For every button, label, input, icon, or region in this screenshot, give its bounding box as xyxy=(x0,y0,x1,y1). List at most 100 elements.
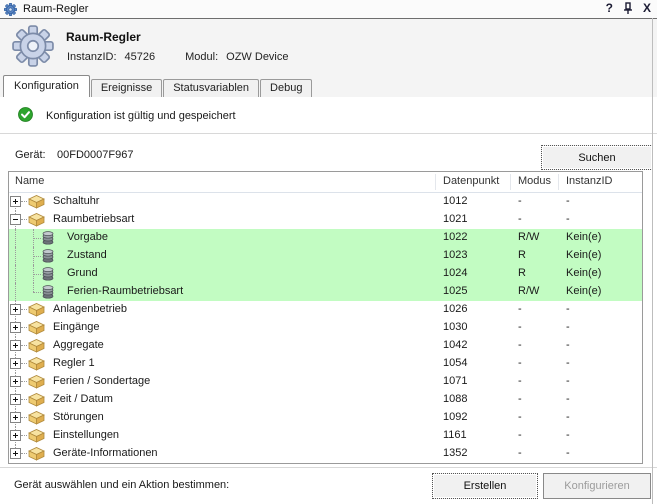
pin-icon[interactable] xyxy=(623,2,633,15)
raum-regler-window: Raum-Regler ? X xyxy=(0,0,657,504)
datenpunkt-cell: 1026 xyxy=(443,303,467,315)
config-table: Name Datenpunkt Modus InstanzID Schaltuh… xyxy=(8,171,643,464)
table-row[interactable]: Geräte-Informationen1352-- xyxy=(9,445,642,463)
expand-icon[interactable] xyxy=(10,376,21,387)
modus-cell: - xyxy=(518,411,522,423)
modus-cell: - xyxy=(518,195,522,207)
table-row[interactable]: Vorgabe1022R/WKein(e) xyxy=(9,229,642,247)
table-row[interactable]: Einstellungen1161-- xyxy=(9,427,642,445)
expand-icon[interactable] xyxy=(10,322,21,333)
package-icon xyxy=(28,392,45,407)
table-row[interactable]: Ferien / Sondertage1071-- xyxy=(9,373,642,391)
status-row: Konfiguration ist gültig und gespeichert xyxy=(0,97,657,133)
tree-item-label: Geräte-Informationen xyxy=(53,447,158,459)
datenpunkt-cell: 1025 xyxy=(443,285,467,297)
tree-item-label: Anlagenbetrieb xyxy=(53,303,127,315)
datenpunkt-cell: 1071 xyxy=(443,375,467,387)
package-icon xyxy=(28,302,45,317)
modus-cell: R/W xyxy=(518,231,539,243)
expand-icon[interactable] xyxy=(10,196,21,207)
table-row[interactable]: Zeit / Datum1088-- xyxy=(9,391,642,409)
tab-ereignisse[interactable]: Ereignisse xyxy=(91,79,162,97)
column-header-name[interactable]: Name xyxy=(15,175,44,187)
window-title: Raum-Regler xyxy=(23,3,88,15)
gear-icon xyxy=(12,25,54,67)
tab-debug[interactable]: Debug xyxy=(260,79,312,97)
search-button[interactable]: Suchen xyxy=(541,145,653,170)
table-row[interactable]: Grund1024RKein(e) xyxy=(9,265,642,283)
table-header: Name Datenpunkt Modus InstanzID xyxy=(9,172,642,193)
tree-item-label: Regler 1 xyxy=(53,357,95,369)
expand-icon[interactable] xyxy=(10,304,21,315)
instanzid-cell: - xyxy=(566,357,570,369)
instanzid-cell: - xyxy=(566,213,570,225)
package-icon xyxy=(28,446,45,461)
tab-konfiguration[interactable]: Konfiguration xyxy=(3,75,90,97)
datenpunkt-cell: 1021 xyxy=(443,213,467,225)
modus-cell: - xyxy=(518,447,522,459)
configure-button[interactable]: Konfigurieren xyxy=(543,473,651,499)
modus-cell: - xyxy=(518,303,522,315)
column-header-modus[interactable]: Modus xyxy=(518,175,551,187)
package-icon xyxy=(28,338,45,353)
column-header-instanzid[interactable]: InstanzID xyxy=(566,175,612,187)
datenpunkt-cell: 1054 xyxy=(443,357,467,369)
expand-icon[interactable] xyxy=(10,340,21,351)
instanzid-cell: - xyxy=(566,447,570,459)
instanzid-cell: Kein(e) xyxy=(566,249,601,261)
table-row[interactable]: Schaltuhr1012-- xyxy=(9,193,642,211)
expand-icon[interactable] xyxy=(10,358,21,369)
package-icon xyxy=(28,428,45,443)
modus-cell: - xyxy=(518,339,522,351)
tree-item-label: Grund xyxy=(67,267,98,279)
datenpunkt-cell: 1022 xyxy=(443,231,467,243)
expand-icon[interactable] xyxy=(10,412,21,423)
expand-icon[interactable] xyxy=(10,448,21,459)
datenpunkt-cell: 1042 xyxy=(443,339,467,351)
table-row[interactable]: Anlagenbetrieb 1026 - - xyxy=(9,301,642,319)
instanzid-cell: Kein(e) xyxy=(566,285,601,297)
instanzid-cell: - xyxy=(566,303,570,315)
package-icon xyxy=(28,194,45,209)
table-row[interactable]: Eingänge1030-- xyxy=(9,319,642,337)
create-button[interactable]: Erstellen xyxy=(432,473,538,499)
datenpunkt-cell: 1092 xyxy=(443,411,467,423)
datenpunkt-cell: 1012 xyxy=(443,195,467,207)
instanzid-cell: - xyxy=(566,375,570,387)
package-icon xyxy=(28,212,45,227)
instanzid-cell: - xyxy=(566,321,570,333)
expand-icon[interactable] xyxy=(10,430,21,441)
table-row[interactable]: Ferien-Raumbetriebsart1025R/WKein(e) xyxy=(9,283,642,301)
modus-cell: R xyxy=(518,267,526,279)
table-row[interactable]: Zustand1023RKein(e) xyxy=(9,247,642,265)
table-row[interactable]: Regler 11054-- xyxy=(9,355,642,373)
modus-cell: - xyxy=(518,321,522,333)
table-row[interactable]: Raumbetriebsart1021-- xyxy=(9,211,642,229)
panel-right-edge xyxy=(652,18,653,504)
check-circle-icon xyxy=(18,107,33,122)
tab-statusvariablen[interactable]: Statusvariablen xyxy=(163,79,259,97)
expand-icon[interactable] xyxy=(10,394,21,405)
modus-cell: - xyxy=(518,213,522,225)
datenpunkt-cell: 1161 xyxy=(443,429,467,441)
datenpunkt-cell: 1030 xyxy=(443,321,467,333)
table-row[interactable]: Aggregate1042-- xyxy=(9,337,642,355)
instanzid-cell: - xyxy=(566,429,570,441)
header-subtitle: InstanzID:45726Modul:OZW Device xyxy=(67,51,289,63)
tree-item-label: Ferien / Sondertage xyxy=(53,375,150,387)
datenpunkt-cell: 1024 xyxy=(443,267,467,279)
table-row[interactable]: Störungen1092-- xyxy=(9,409,642,427)
page-title: Raum-Regler xyxy=(66,30,141,44)
modus-cell: - xyxy=(518,393,522,405)
close-icon[interactable]: X xyxy=(643,0,651,17)
tree-item-label: Ferien-Raumbetriebsart xyxy=(67,285,183,297)
help-icon[interactable]: ? xyxy=(606,0,613,17)
separator xyxy=(0,133,657,134)
device-label: Gerät: xyxy=(15,149,46,161)
column-header-datenpunkt[interactable]: Datenpunkt xyxy=(443,175,499,187)
footer-prompt: Gerät auswählen und ein Aktion bestimmen… xyxy=(14,479,229,491)
separator xyxy=(0,467,657,468)
collapse-icon[interactable] xyxy=(10,214,21,225)
instanzid-cell: - xyxy=(566,339,570,351)
tree-item-label: Vorgabe xyxy=(67,231,108,243)
